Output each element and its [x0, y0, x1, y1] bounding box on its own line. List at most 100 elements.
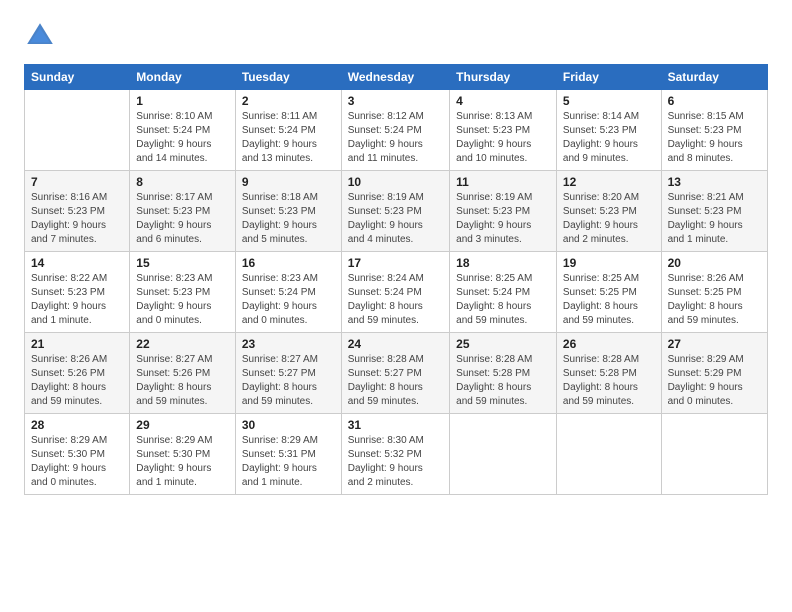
- calendar-cell: 27 Sunrise: 8:29 AMSunset: 5:29 PMDayligh…: [661, 333, 767, 414]
- day-info: Sunrise: 8:10 AMSunset: 5:24 PMDaylight:…: [136, 110, 229, 166]
- day-number: 27: [668, 337, 761, 351]
- day-info: Sunrise: 8:21 AMSunset: 5:23 PMDaylight:…: [668, 191, 761, 247]
- day-info: Sunrise: 8:29 AMSunset: 5:30 PMDaylight:…: [136, 434, 229, 490]
- calendar-week-2: 7 Sunrise: 8:16 AMSunset: 5:23 PMDaylight…: [25, 171, 768, 252]
- calendar-cell: 24Sunrise: 8:28 AMSunset: 5:27 PMDayligh…: [341, 333, 449, 414]
- calendar-cell: 11 Sunrise: 8:19 AMSunset: 5:23 PMDayligh…: [450, 171, 557, 252]
- header-cell-friday: Friday: [556, 65, 661, 90]
- calendar-cell: [661, 414, 767, 495]
- calendar-cell: 8Sunrise: 8:17 AMSunset: 5:23 PMDaylight…: [130, 171, 236, 252]
- calendar-cell: 1 Sunrise: 8:10 AMSunset: 5:24 PMDaylight…: [130, 90, 236, 171]
- calendar-cell: 15 Sunrise: 8:23 AMSunset: 5:23 PMDayligh…: [130, 252, 236, 333]
- day-info: Sunrise: 8:12 AMSunset: 5:24 PMDaylight:…: [348, 110, 443, 166]
- day-info: Sunrise: 8:27 AMSunset: 5:26 PMDaylight:…: [136, 353, 229, 409]
- calendar-cell: 22Sunrise: 8:27 AMSunset: 5:26 PMDayligh…: [130, 333, 236, 414]
- day-number: 11: [456, 175, 550, 189]
- calendar-header: SundayMondayTuesdayWednesdayThursdayFrid…: [25, 65, 768, 90]
- day-number: 19: [563, 256, 655, 270]
- calendar-cell: 5 Sunrise: 8:14 AMSunset: 5:23 PMDaylight…: [556, 90, 661, 171]
- day-number: 31: [348, 418, 443, 432]
- page: SundayMondayTuesdayWednesdayThursdayFrid…: [0, 0, 792, 612]
- calendar-week-5: 28 Sunrise: 8:29 AMSunset: 5:30 PMDayligh…: [25, 414, 768, 495]
- calendar-cell: 23Sunrise: 8:27 AMSunset: 5:27 PMDayligh…: [235, 333, 341, 414]
- day-number: 29: [136, 418, 229, 432]
- calendar-cell: 20Sunrise: 8:26 AMSunset: 5:25 PMDayligh…: [661, 252, 767, 333]
- calendar-cell: 19Sunrise: 8:25 AMSunset: 5:25 PMDayligh…: [556, 252, 661, 333]
- day-number: 4: [456, 94, 550, 108]
- day-info: Sunrise: 8:24 AMSunset: 5:24 PMDaylight:…: [348, 272, 443, 328]
- calendar-body: 1 Sunrise: 8:10 AMSunset: 5:24 PMDaylight…: [25, 90, 768, 495]
- calendar-cell: 16 Sunrise: 8:23 AMSunset: 5:24 PMDayligh…: [235, 252, 341, 333]
- day-number: 7: [31, 175, 123, 189]
- calendar-cell: 18Sunrise: 8:25 AMSunset: 5:24 PMDayligh…: [450, 252, 557, 333]
- day-info: Sunrise: 8:28 AMSunset: 5:28 PMDaylight:…: [563, 353, 655, 409]
- day-number: 28: [31, 418, 123, 432]
- calendar-cell: 31 Sunrise: 8:30 AMSunset: 5:32 PMDayligh…: [341, 414, 449, 495]
- day-number: 10: [348, 175, 443, 189]
- day-info: Sunrise: 8:30 AMSunset: 5:32 PMDaylight:…: [348, 434, 443, 490]
- header-cell-saturday: Saturday: [661, 65, 767, 90]
- day-number: 14: [31, 256, 123, 270]
- day-info: Sunrise: 8:22 AMSunset: 5:23 PMDaylight:…: [31, 272, 123, 328]
- calendar-cell: 17 Sunrise: 8:24 AMSunset: 5:24 PMDayligh…: [341, 252, 449, 333]
- day-info: Sunrise: 8:11 AMSunset: 5:24 PMDaylight:…: [242, 110, 335, 166]
- calendar: SundayMondayTuesdayWednesdayThursdayFrid…: [24, 64, 768, 495]
- calendar-cell: 10 Sunrise: 8:19 AMSunset: 5:23 PMDayligh…: [341, 171, 449, 252]
- day-number: 17: [348, 256, 443, 270]
- logo: [24, 20, 60, 52]
- day-number: 5: [563, 94, 655, 108]
- calendar-cell: 30 Sunrise: 8:29 AMSunset: 5:31 PMDayligh…: [235, 414, 341, 495]
- day-number: 23: [242, 337, 335, 351]
- day-number: 12: [563, 175, 655, 189]
- day-number: 9: [242, 175, 335, 189]
- day-number: 6: [668, 94, 761, 108]
- header-cell-sunday: Sunday: [25, 65, 130, 90]
- calendar-cell: 13 Sunrise: 8:21 AMSunset: 5:23 PMDayligh…: [661, 171, 767, 252]
- header-cell-wednesday: Wednesday: [341, 65, 449, 90]
- day-number: 26: [563, 337, 655, 351]
- day-info: Sunrise: 8:19 AMSunset: 5:23 PMDaylight:…: [348, 191, 443, 247]
- day-number: 30: [242, 418, 335, 432]
- logo-icon: [24, 20, 56, 52]
- day-info: Sunrise: 8:26 AMSunset: 5:26 PMDaylight:…: [31, 353, 123, 409]
- header-cell-monday: Monday: [130, 65, 236, 90]
- day-info: Sunrise: 8:23 AMSunset: 5:23 PMDaylight:…: [136, 272, 229, 328]
- day-info: Sunrise: 8:29 AMSunset: 5:31 PMDaylight:…: [242, 434, 335, 490]
- calendar-cell: 4 Sunrise: 8:13 AMSunset: 5:23 PMDaylight…: [450, 90, 557, 171]
- calendar-cell: 14 Sunrise: 8:22 AMSunset: 5:23 PMDayligh…: [25, 252, 130, 333]
- day-info: Sunrise: 8:23 AMSunset: 5:24 PMDaylight:…: [242, 272, 335, 328]
- calendar-cell: 26 Sunrise: 8:28 AMSunset: 5:28 PMDayligh…: [556, 333, 661, 414]
- day-info: Sunrise: 8:15 AMSunset: 5:23 PMDaylight:…: [668, 110, 761, 166]
- day-number: 2: [242, 94, 335, 108]
- day-info: Sunrise: 8:18 AMSunset: 5:23 PMDaylight:…: [242, 191, 335, 247]
- day-info: Sunrise: 8:20 AMSunset: 5:23 PMDaylight:…: [563, 191, 655, 247]
- day-info: Sunrise: 8:25 AMSunset: 5:24 PMDaylight:…: [456, 272, 550, 328]
- calendar-cell: [450, 414, 557, 495]
- day-info: Sunrise: 8:29 AMSunset: 5:30 PMDaylight:…: [31, 434, 123, 490]
- day-info: Sunrise: 8:16 AMSunset: 5:23 PMDaylight:…: [31, 191, 123, 247]
- calendar-cell: 9 Sunrise: 8:18 AMSunset: 5:23 PMDaylight…: [235, 171, 341, 252]
- calendar-cell: 7 Sunrise: 8:16 AMSunset: 5:23 PMDaylight…: [25, 171, 130, 252]
- calendar-cell: 29 Sunrise: 8:29 AMSunset: 5:30 PMDayligh…: [130, 414, 236, 495]
- day-number: 13: [668, 175, 761, 189]
- calendar-cell: 21 Sunrise: 8:26 AMSunset: 5:26 PMDayligh…: [25, 333, 130, 414]
- calendar-cell: [25, 90, 130, 171]
- header-row: SundayMondayTuesdayWednesdayThursdayFrid…: [25, 65, 768, 90]
- header-cell-thursday: Thursday: [450, 65, 557, 90]
- day-info: Sunrise: 8:14 AMSunset: 5:23 PMDaylight:…: [563, 110, 655, 166]
- day-number: 16: [242, 256, 335, 270]
- calendar-week-1: 1 Sunrise: 8:10 AMSunset: 5:24 PMDaylight…: [25, 90, 768, 171]
- calendar-cell: 28 Sunrise: 8:29 AMSunset: 5:30 PMDayligh…: [25, 414, 130, 495]
- day-info: Sunrise: 8:19 AMSunset: 5:23 PMDaylight:…: [456, 191, 550, 247]
- calendar-week-4: 21 Sunrise: 8:26 AMSunset: 5:26 PMDayligh…: [25, 333, 768, 414]
- header: [24, 20, 768, 52]
- day-number: 21: [31, 337, 123, 351]
- day-info: Sunrise: 8:28 AMSunset: 5:28 PMDaylight:…: [456, 353, 550, 409]
- day-number: 20: [668, 256, 761, 270]
- day-info: Sunrise: 8:13 AMSunset: 5:23 PMDaylight:…: [456, 110, 550, 166]
- header-cell-tuesday: Tuesday: [235, 65, 341, 90]
- day-number: 1: [136, 94, 229, 108]
- day-number: 15: [136, 256, 229, 270]
- day-info: Sunrise: 8:17 AMSunset: 5:23 PMDaylight:…: [136, 191, 229, 247]
- day-info: Sunrise: 8:29 AMSunset: 5:29 PMDaylight:…: [668, 353, 761, 409]
